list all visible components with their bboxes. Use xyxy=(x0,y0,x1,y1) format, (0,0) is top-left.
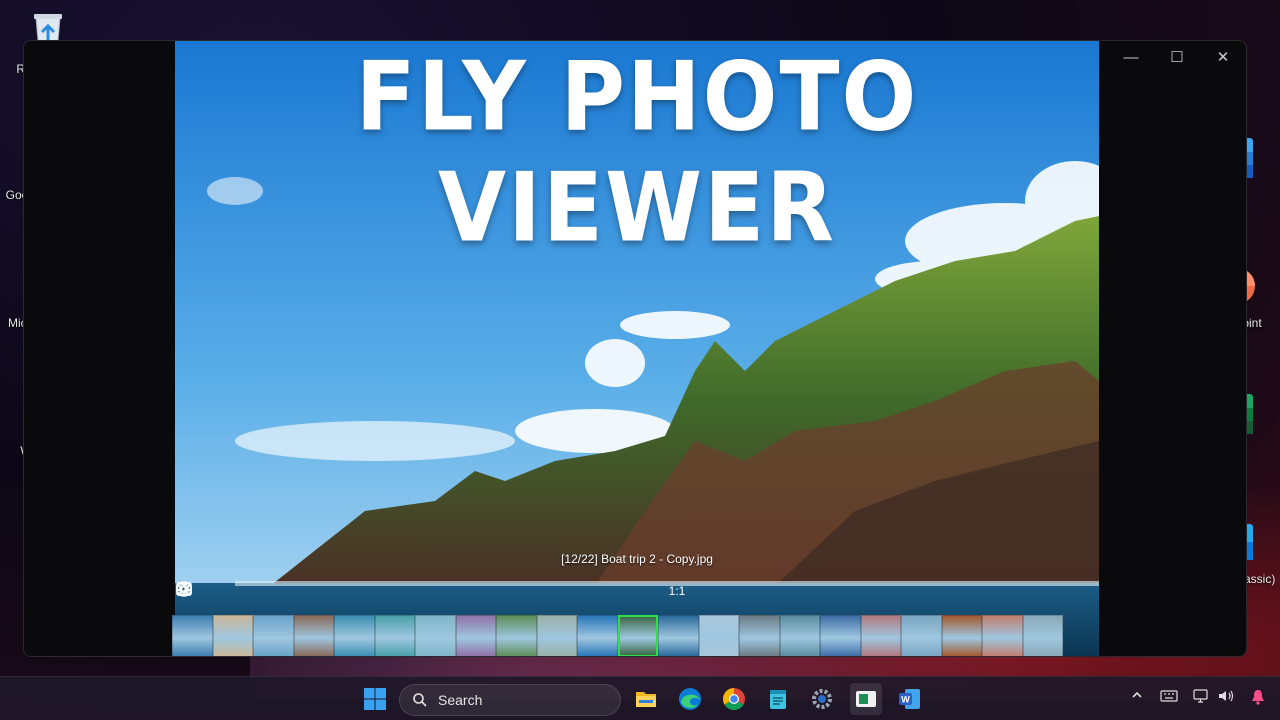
edge-icon xyxy=(679,688,701,710)
thumbnail[interactable] xyxy=(820,615,861,656)
display-icon xyxy=(1193,689,1208,703)
tray-overflow-button[interactable] xyxy=(1131,689,1143,704)
photo-canvas[interactable]: FLY PHOTO VIEWER [12/22] Boat trip 2 - C… xyxy=(175,41,1099,656)
keyboard-icon xyxy=(1160,690,1178,702)
tray-notifications[interactable] xyxy=(1251,689,1265,708)
tray-display[interactable] xyxy=(1193,689,1211,706)
taskbar-fly-photo-viewer[interactable] xyxy=(850,683,882,715)
thumbnail[interactable] xyxy=(901,615,942,656)
maximize-icon: ☐ xyxy=(1170,49,1184,66)
thumbnail[interactable] xyxy=(334,615,375,656)
rotate-button[interactable] xyxy=(176,580,577,602)
play-circle-icon xyxy=(176,581,192,597)
word-icon: W xyxy=(899,689,920,709)
tray-volume[interactable] xyxy=(1217,689,1235,706)
thumbnail[interactable] xyxy=(982,615,1023,656)
banner-title: FLY PHOTO VIEWER xyxy=(355,41,919,264)
start-button[interactable] xyxy=(359,683,391,715)
photo-viewer-window: — ☐ ✕ FLY PHOTO VIEWER [12/22] Boat trip… xyxy=(23,40,1247,657)
file-explorer-icon xyxy=(636,692,656,707)
thumbnail[interactable] xyxy=(860,615,901,656)
thumbnail[interactable] xyxy=(577,615,618,656)
zoom-label: 1:1 xyxy=(668,584,686,598)
taskbar-search[interactable]: Search xyxy=(399,684,621,716)
thumbnail[interactable] xyxy=(172,615,213,656)
search-icon xyxy=(413,693,427,707)
close-icon: ✕ xyxy=(1216,49,1230,66)
minimize-icon: — xyxy=(1123,48,1139,66)
thumbnail-strip xyxy=(172,615,1063,656)
settings-button[interactable] xyxy=(177,580,737,602)
viewer-toolbar: 1:1 xyxy=(175,580,1099,602)
thumbnail[interactable] xyxy=(496,615,537,656)
volume-icon xyxy=(1219,690,1234,702)
chrome-icon xyxy=(723,688,745,710)
maximize-button[interactable]: ☐ xyxy=(1154,41,1200,73)
next-button[interactable] xyxy=(181,580,617,602)
taskbar-word[interactable]: W xyxy=(894,683,926,715)
thumbnail[interactable] xyxy=(415,615,456,656)
search-placeholder: Search xyxy=(438,692,483,708)
thumbnail[interactable] xyxy=(941,615,982,656)
notepad-icon xyxy=(770,690,786,709)
start-icon xyxy=(364,688,386,710)
thumbnail[interactable] xyxy=(374,615,415,656)
taskbar-notepad[interactable] xyxy=(762,683,794,715)
thumbnail[interactable] xyxy=(1022,615,1063,656)
settings-icon xyxy=(812,689,832,709)
thumbnail[interactable] xyxy=(779,615,820,656)
svg-text:W: W xyxy=(901,695,910,705)
actual-size-button[interactable]: 1:1 xyxy=(657,580,697,602)
thumbnail[interactable] xyxy=(455,615,496,656)
thumbnail[interactable] xyxy=(536,615,577,656)
fit-to-window-button[interactable] xyxy=(176,580,657,602)
notification-bell-icon xyxy=(1252,690,1264,705)
thumbnail[interactable] xyxy=(658,615,699,656)
taskbar-file-explorer[interactable] xyxy=(630,683,662,715)
thumbnail[interactable] xyxy=(698,615,739,656)
thumbnail[interactable] xyxy=(739,615,780,656)
taskbar: Search W xyxy=(0,676,1280,720)
previous-button[interactable] xyxy=(178,580,537,602)
thumbnail[interactable] xyxy=(253,615,294,656)
taskbar-settings[interactable] xyxy=(806,683,838,715)
thumbnail[interactable] xyxy=(617,615,658,656)
minimize-button[interactable]: — xyxy=(1108,41,1154,73)
thumbnail[interactable] xyxy=(212,615,253,656)
thumbnail[interactable] xyxy=(293,615,334,656)
image-caption: [12/22] Boat trip 2 - Copy.jpg xyxy=(561,552,713,566)
taskbar-chrome[interactable] xyxy=(718,683,750,715)
close-button[interactable]: ✕ xyxy=(1200,41,1246,73)
tray-keyboard[interactable] xyxy=(1160,689,1178,706)
window-controls: — ☐ ✕ xyxy=(1108,41,1246,73)
chevron-up-icon xyxy=(1132,691,1142,698)
fly-photo-viewer-icon xyxy=(856,691,876,707)
taskbar-edge[interactable] xyxy=(674,683,706,715)
slideshow-button[interactable] xyxy=(176,580,777,602)
